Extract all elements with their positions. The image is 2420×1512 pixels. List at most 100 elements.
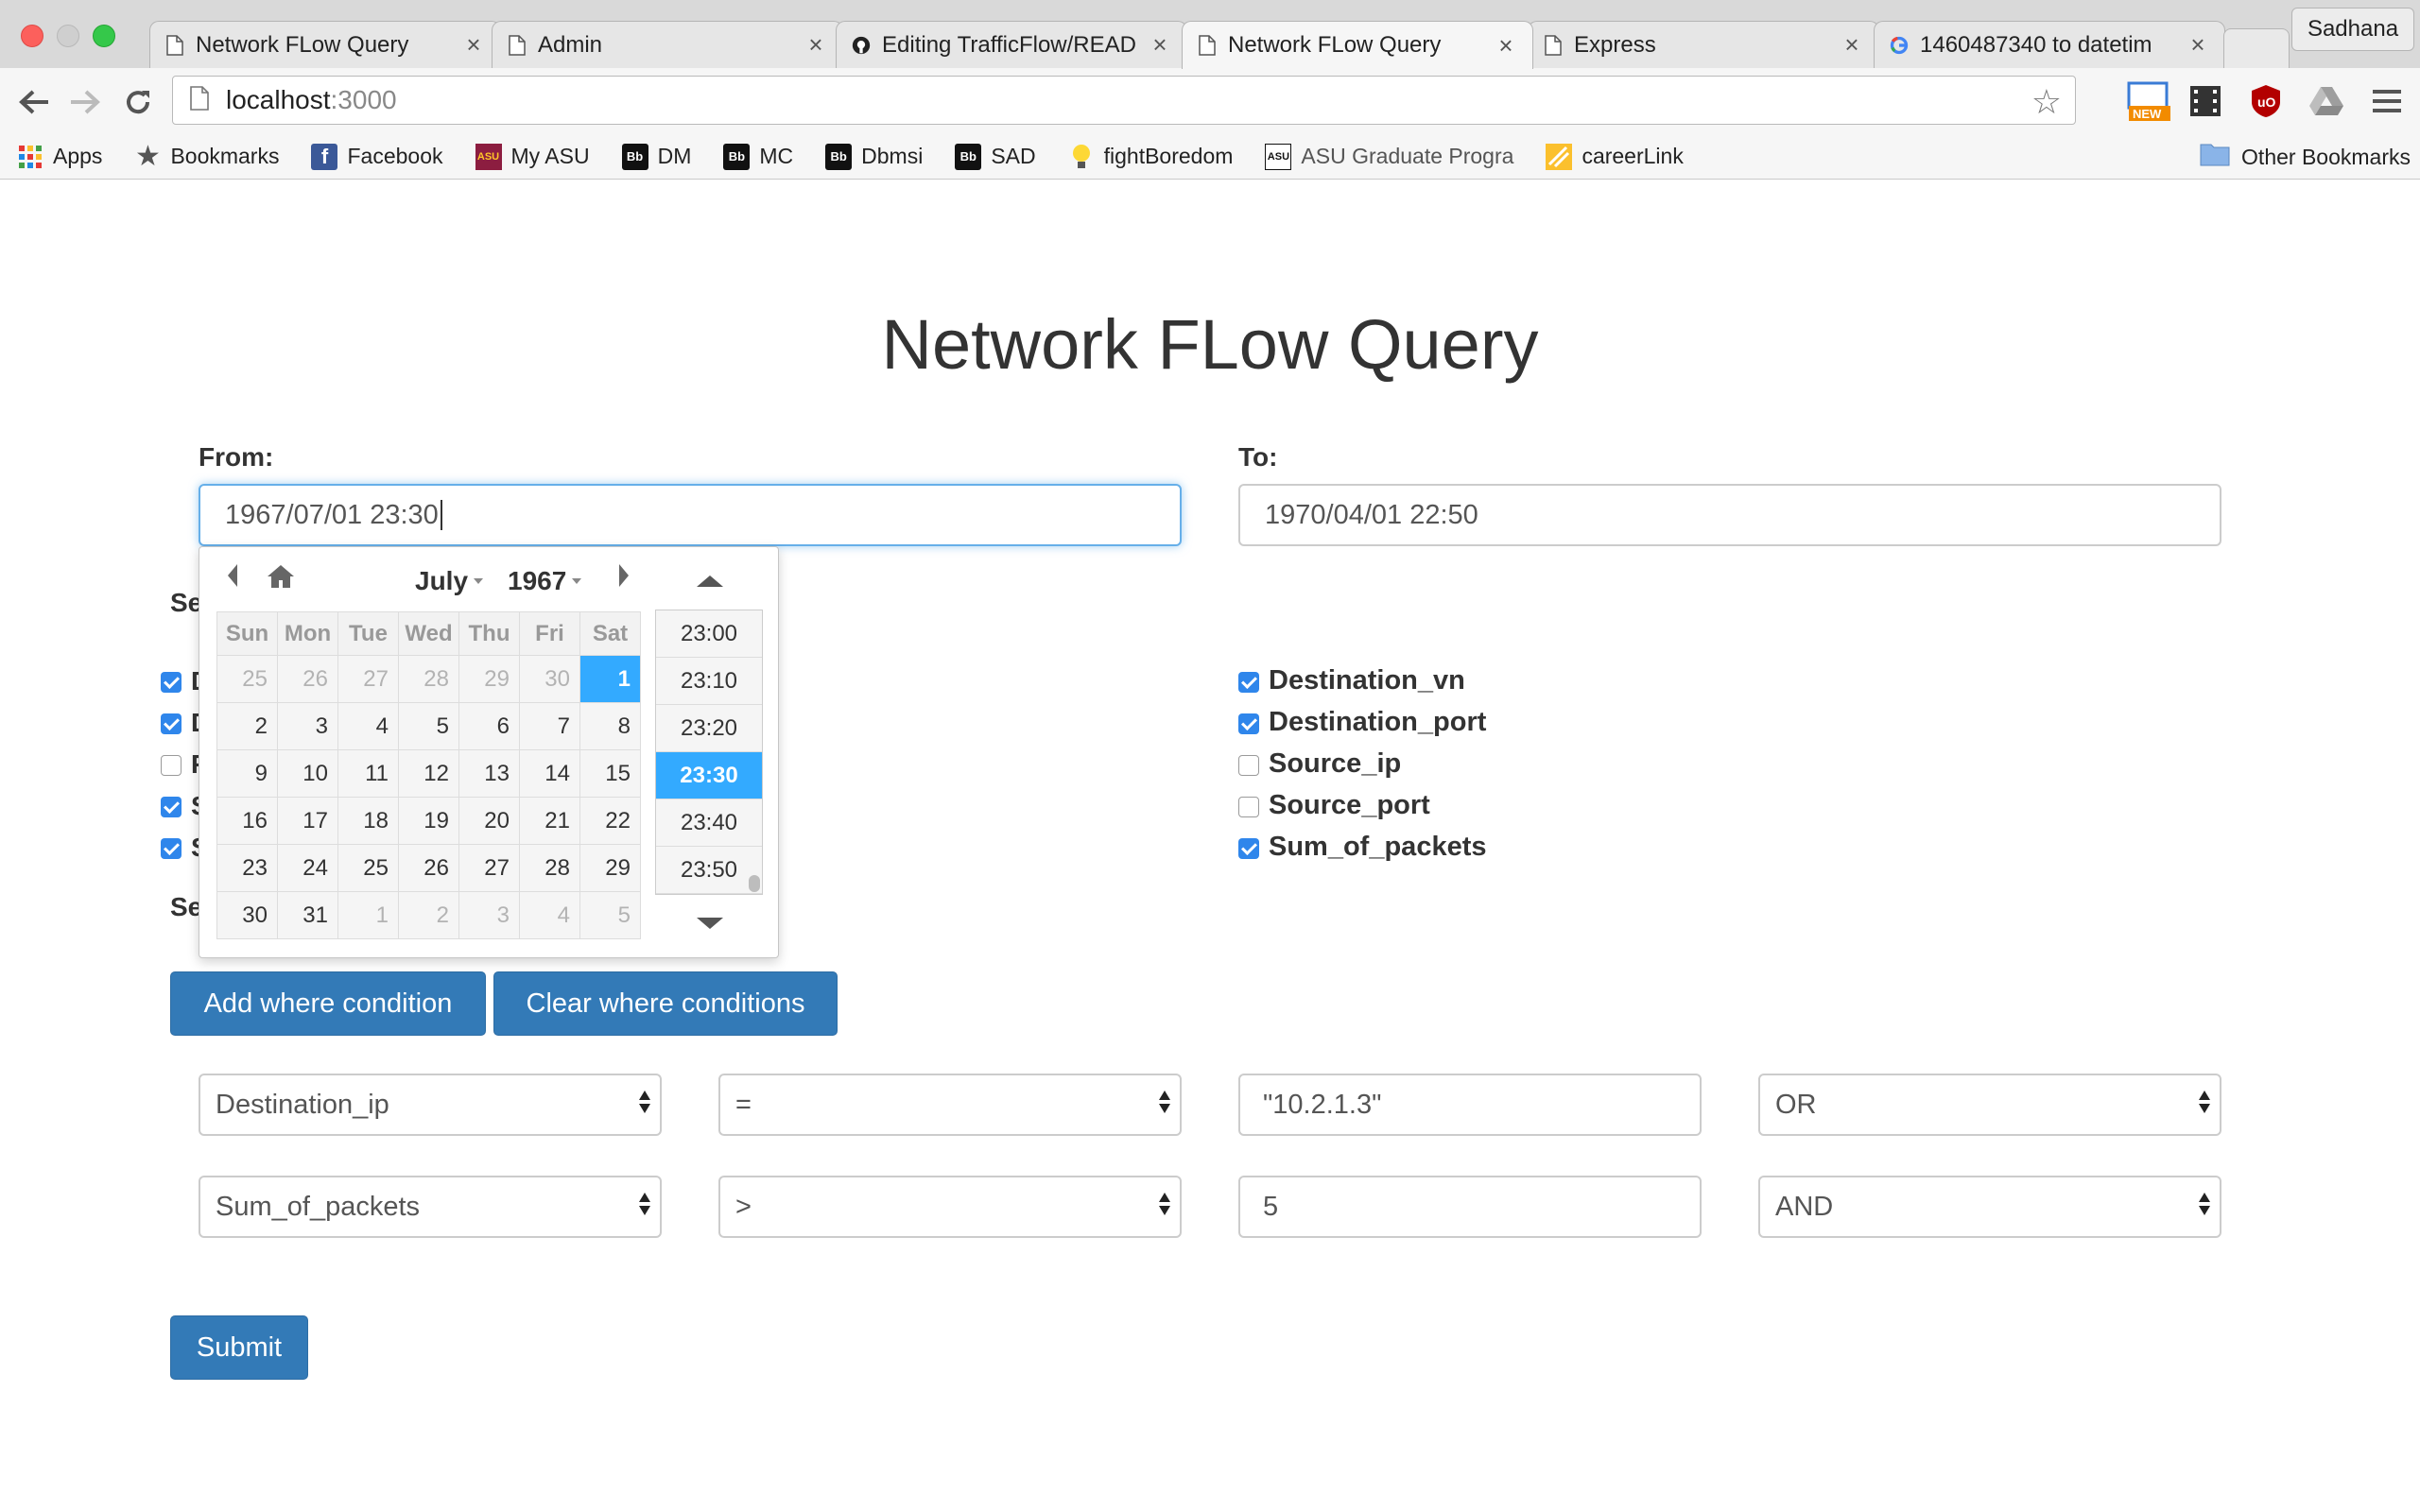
- bookmark-my-asu[interactable]: ASU My ASU: [475, 143, 590, 170]
- column-checkbox[interactable]: [161, 797, 182, 817]
- calendar-day[interactable]: 25: [216, 655, 278, 703]
- calendar-day[interactable]: 30: [216, 891, 278, 939]
- calendar-day[interactable]: 9: [216, 749, 278, 798]
- calendar-day[interactable]: 26: [277, 655, 338, 703]
- back-icon[interactable]: [15, 83, 53, 121]
- calendar-day[interactable]: 3: [277, 702, 338, 750]
- calendar-day[interactable]: 14: [519, 749, 580, 798]
- time-list-scrollbar[interactable]: [749, 875, 760, 892]
- calendar-day[interactable]: 29: [579, 844, 641, 892]
- calendar-day[interactable]: 4: [519, 891, 580, 939]
- calendar-day[interactable]: 21: [519, 797, 580, 845]
- condition-value-input[interactable]: 5: [1238, 1176, 1702, 1238]
- time-option[interactable]: 23:00: [656, 610, 762, 658]
- calendar-day[interactable]: 23: [216, 844, 278, 892]
- calendar-day[interactable]: 6: [458, 702, 520, 750]
- month-select[interactable]: July: [415, 566, 484, 596]
- minimize-window-button[interactable]: [57, 25, 79, 47]
- checkbox-destination-vn[interactable]: [1238, 672, 1259, 693]
- calendar-day[interactable]: 1: [337, 891, 399, 939]
- calendar-day[interactable]: 25: [337, 844, 399, 892]
- bookmark-bookmarks[interactable]: ★ Bookmarks: [134, 141, 280, 172]
- close-icon[interactable]: ×: [2187, 30, 2209, 60]
- reload-icon[interactable]: [119, 83, 157, 121]
- time-option-selected[interactable]: 23:30: [656, 752, 762, 799]
- close-icon[interactable]: ×: [1841, 30, 1863, 60]
- film-strip-icon[interactable]: [2186, 81, 2225, 121]
- calendar-day[interactable]: 8: [579, 702, 641, 750]
- menu-icon[interactable]: [2367, 81, 2407, 121]
- calendar-day[interactable]: 20: [458, 797, 520, 845]
- calendar-day[interactable]: 24: [277, 844, 338, 892]
- bookmark-star-icon[interactable]: ☆: [2031, 82, 2062, 122]
- tab-network-flow-query-1[interactable]: Network FLow Query ×: [149, 21, 501, 68]
- calendar-day[interactable]: 18: [337, 797, 399, 845]
- condition-operator-select[interactable]: =: [718, 1074, 1182, 1136]
- time-scroll-down-icon[interactable]: [697, 918, 723, 929]
- home-icon[interactable]: [266, 562, 296, 597]
- calendar-day[interactable]: 2: [398, 891, 459, 939]
- close-icon[interactable]: ×: [804, 30, 827, 60]
- close-window-button[interactable]: [21, 25, 43, 47]
- calendar-day[interactable]: 13: [458, 749, 520, 798]
- calendar-day[interactable]: 29: [458, 655, 520, 703]
- calendar-day[interactable]: 26: [398, 844, 459, 892]
- from-datetime-input[interactable]: 1967/07/01 23:30: [199, 484, 1182, 546]
- time-list[interactable]: 23:00 23:10 23:20 23:30 23:40 23:50: [655, 610, 763, 895]
- tab-editing-trafficflow[interactable]: Editing TrafficFlow/READ ×: [836, 21, 1187, 68]
- bookmark-facebook[interactable]: f Facebook: [311, 143, 443, 170]
- new-extension-icon[interactable]: NEW: [2123, 77, 2174, 125]
- bookmark-apps[interactable]: Apps: [17, 144, 102, 170]
- bookmark-careerlink[interactable]: careerLink: [1546, 143, 1684, 170]
- checkbox-sum-of-packets[interactable]: [1238, 838, 1259, 859]
- other-bookmarks[interactable]: Other Bookmarks: [2200, 142, 2411, 172]
- condition-operator-select[interactable]: >: [718, 1176, 1182, 1238]
- forward-icon[interactable]: [66, 83, 104, 121]
- checkbox-destination-port[interactable]: [1238, 713, 1259, 734]
- condition-value-input[interactable]: "10.2.1.3": [1238, 1074, 1702, 1136]
- ublock-icon[interactable]: uO: [2246, 81, 2286, 121]
- tab-express[interactable]: Express ×: [1528, 21, 1879, 68]
- calendar-day[interactable]: 5: [398, 702, 459, 750]
- condition-joiner-select[interactable]: OR: [1758, 1074, 2221, 1136]
- close-icon[interactable]: ×: [462, 30, 485, 60]
- calendar-day[interactable]: 19: [398, 797, 459, 845]
- calendar-day[interactable]: 17: [277, 797, 338, 845]
- column-checkbox[interactable]: [161, 838, 182, 859]
- calendar-day[interactable]: 28: [398, 655, 459, 703]
- calendar-day[interactable]: 3: [458, 891, 520, 939]
- time-option[interactable]: 23:40: [656, 799, 762, 847]
- zoom-window-button[interactable]: [93, 25, 115, 47]
- calendar-day[interactable]: 31: [277, 891, 338, 939]
- drive-icon[interactable]: [2307, 81, 2346, 121]
- condition-field-select[interactable]: Destination_ip: [199, 1074, 662, 1136]
- clear-where-conditions-button[interactable]: Clear where conditions: [493, 971, 838, 1036]
- new-tab-button[interactable]: [2223, 28, 2290, 68]
- bookmark-dbmsi[interactable]: Bb Dbmsi: [825, 143, 923, 170]
- calendar-day[interactable]: 16: [216, 797, 278, 845]
- column-checkbox[interactable]: [161, 755, 182, 776]
- bookmark-fightboredom[interactable]: fightBoredom: [1068, 144, 1233, 170]
- calendar-day[interactable]: 4: [337, 702, 399, 750]
- calendar-day[interactable]: 2: [216, 702, 278, 750]
- checkbox-source-port[interactable]: [1238, 797, 1259, 817]
- column-checkbox[interactable]: [161, 713, 182, 734]
- calendar-day[interactable]: 10: [277, 749, 338, 798]
- calendar-day[interactable]: 27: [458, 844, 520, 892]
- to-datetime-input[interactable]: 1970/04/01 22:50: [1238, 484, 2221, 546]
- calendar-day[interactable]: 7: [519, 702, 580, 750]
- close-icon[interactable]: ×: [1149, 30, 1171, 60]
- calendar-day[interactable]: 15: [579, 749, 641, 798]
- calendar-day[interactable]: 28: [519, 844, 580, 892]
- column-checkbox[interactable]: [161, 672, 182, 693]
- time-scroll-up-icon[interactable]: [697, 576, 723, 587]
- bookmark-asu-graduate[interactable]: ASU ASU Graduate Progra: [1265, 143, 1513, 170]
- submit-button[interactable]: Submit: [170, 1315, 308, 1380]
- close-icon[interactable]: ×: [1495, 31, 1517, 60]
- calendar-day[interactable]: 12: [398, 749, 459, 798]
- calendar-day[interactable]: 30: [519, 655, 580, 703]
- bookmark-mc[interactable]: Bb MC: [723, 143, 793, 170]
- time-option[interactable]: 23:10: [656, 658, 762, 705]
- bookmark-sad[interactable]: Bb SAD: [955, 143, 1036, 170]
- address-bar[interactable]: localhost:3000 ☆: [172, 76, 2076, 125]
